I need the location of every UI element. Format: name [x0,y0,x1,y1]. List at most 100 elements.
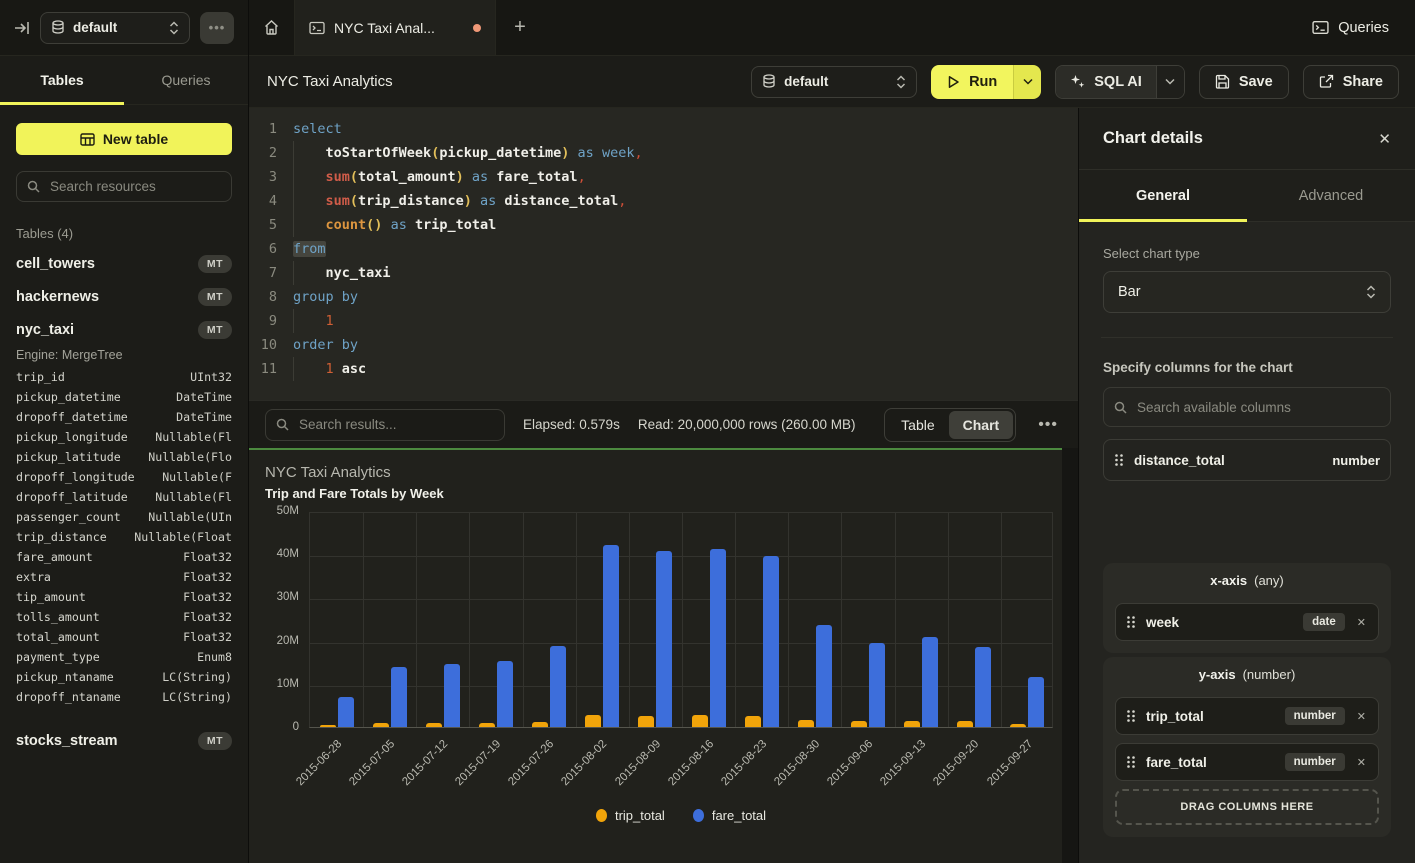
column-name: trip_total [1146,709,1275,724]
sidebar-search-input[interactable] [48,178,221,195]
trip_total-bar[interactable] [585,715,601,727]
new-tab-button[interactable]: + [496,0,544,55]
tab-advanced[interactable]: Advanced [1247,170,1415,221]
columns-search-input[interactable] [1135,399,1380,416]
sidebar-more-button[interactable]: ••• [200,12,234,44]
sidebar-tab-tables[interactable]: Tables [0,56,124,104]
table-row[interactable]: cell_towersMT [16,247,232,280]
column-name: passenger_count [16,510,121,530]
code-line: 6from [249,237,1078,261]
tab-general[interactable]: General [1079,170,1247,221]
y-axis-tick-label: 50M [249,505,299,517]
column-name: total_amount [16,630,100,650]
view-toggle-chart[interactable]: Chart [949,411,1014,439]
column-row: fare_amountFloat32 [16,550,232,570]
fare_total-bar[interactable] [550,646,566,727]
trip_total-bar[interactable] [479,723,495,727]
y-axis-tick-label: 0 [249,721,299,733]
query-tab[interactable]: NYC Taxi Anal... [295,0,496,55]
view-toggle-table[interactable]: Table [887,411,948,439]
share-icon [1319,74,1334,89]
table-name: cell_towers [16,256,95,272]
sql-ai-options-button[interactable] [1156,66,1184,98]
home-button[interactable] [249,0,295,55]
line-number: 8 [249,285,277,309]
table-row[interactable]: nyc_taxiMT [16,313,232,346]
queries-button[interactable]: Queries [1286,0,1415,55]
toolbar-database-selector[interactable]: default [751,66,917,98]
fare_total-bar[interactable] [656,551,672,727]
fare_total-bar[interactable] [391,667,407,727]
column-type: Nullable(Fl [155,430,232,450]
fare_total-bar[interactable] [444,664,460,728]
fare_total-bar[interactable] [710,549,726,727]
trip_total-bar[interactable] [373,723,389,727]
remove-icon[interactable]: ✕ [1355,708,1368,725]
results-more-icon[interactable]: ••• [1034,416,1062,434]
fare_total-bar[interactable] [497,661,513,727]
available-column-chip[interactable]: distance_totalnumber [1103,439,1391,481]
drag-handle-icon[interactable] [1126,615,1136,629]
legend-item[interactable]: fare_total [693,808,766,823]
new-table-button[interactable]: New table [16,123,232,155]
drop-zone[interactable]: DRAG COLUMNS HERE [1115,789,1379,825]
remove-icon[interactable]: ✕ [1355,754,1368,771]
home-icon [263,19,280,36]
run-button[interactable]: Run [931,65,1013,99]
trip_total-bar[interactable] [851,721,867,727]
column-name: fare_amount [16,550,93,570]
y-axis-column-chip[interactable]: fare_totalnumber✕ [1115,743,1379,781]
gridline-vertical [788,513,789,727]
remove-icon[interactable]: ✕ [1355,614,1368,631]
y-axis-column-chip[interactable]: trip_totalnumber✕ [1115,697,1379,735]
column-name: week [1146,615,1293,630]
fare_total-bar[interactable] [922,637,938,727]
drag-handle-icon[interactable] [1126,709,1136,723]
plot-area [309,512,1053,728]
view-toggle: Table Chart [884,408,1016,442]
fare_total-bar[interactable] [816,625,832,727]
table-name: nyc_taxi [16,322,74,338]
drag-handle-icon[interactable] [1126,755,1136,769]
drag-handle-icon[interactable] [1114,453,1124,467]
trip_total-bar[interactable] [638,716,654,727]
x-axis-column-chip[interactable]: weekdate✕ [1115,603,1379,641]
fare_total-bar[interactable] [603,545,619,727]
table-engine-label: Engine: MergeTree [16,348,232,362]
trip_total-bar[interactable] [1010,724,1026,727]
fare_total-bar[interactable] [763,556,779,727]
trip_total-bar[interactable] [904,721,920,727]
column-row: tolls_amountFloat32 [16,610,232,630]
trip_total-bar[interactable] [426,723,442,727]
sql-ai-button[interactable]: SQL AI [1056,66,1156,98]
unsaved-dot [473,24,481,32]
fare_total-bar[interactable] [869,643,885,727]
trip_total-bar[interactable] [957,721,973,727]
fare_total-bar[interactable] [975,647,991,727]
legend-item[interactable]: trip_total [596,808,665,823]
close-icon[interactable]: ✕ [1378,130,1391,148]
trip_total-bar[interactable] [320,725,336,727]
column-row: pickup_latitudeNullable(Flo [16,450,232,470]
share-button[interactable]: Share [1303,65,1399,99]
sidebar-database-selector[interactable]: default [40,12,190,44]
sidebar-tab-queries[interactable]: Queries [124,56,248,104]
trip_total-bar[interactable] [798,720,814,727]
save-button[interactable]: Save [1199,65,1289,99]
trip_total-bar[interactable] [532,722,548,727]
fare_total-bar[interactable] [338,697,354,727]
table-row[interactable]: hackernewsMT [16,280,232,313]
table-row[interactable]: stocks_streamMT [16,724,232,757]
x-axis-tick-label: 2015-08-09 [613,738,663,788]
trip_total-bar[interactable] [692,715,708,727]
fare_total-bar[interactable] [1028,677,1044,727]
column-name: dropoff_datetime [16,410,128,430]
results-search-input[interactable] [297,416,494,433]
run-options-button[interactable] [1013,65,1041,99]
chart-type-select[interactable]: Bar [1103,271,1391,313]
sql-editor[interactable]: 1select2 toStartOfWeek(pickup_datetime) … [249,108,1078,400]
column-row: pickup_datetimeDateTime [16,390,232,410]
trip_total-bar[interactable] [745,716,761,727]
code-text: group by [277,285,358,309]
collapse-sidebar-icon[interactable] [14,20,30,36]
